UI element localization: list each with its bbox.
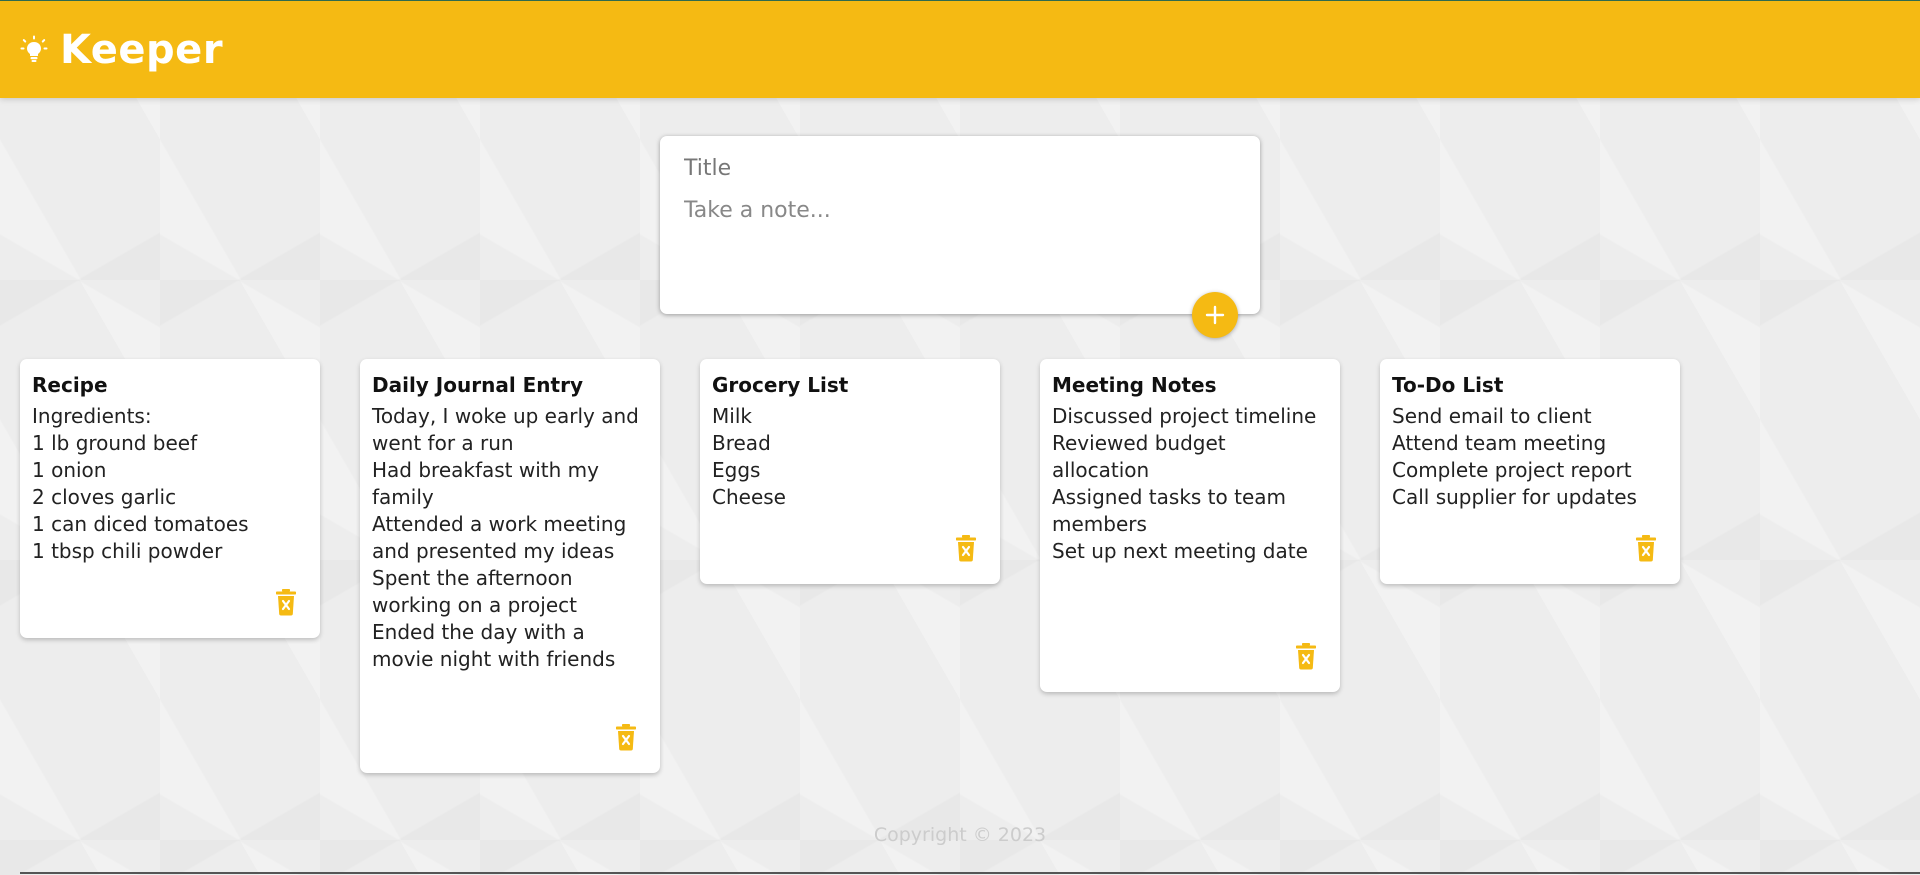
trash-icon	[956, 535, 976, 562]
note-content: Ingredients: 1 lb ground beef 1 onion 2 …	[32, 404, 249, 563]
note-title: Recipe	[32, 373, 108, 397]
note-content-input[interactable]	[684, 198, 1234, 288]
note-title: Meeting Notes	[1052, 373, 1217, 397]
create-note-form	[660, 136, 1260, 314]
note-card: Meeting Notes Discussed project timeline…	[1040, 359, 1340, 692]
note-content: Today, I woke up early and went for a ru…	[372, 404, 639, 671]
delete-note-button[interactable]	[614, 723, 638, 751]
delete-note-button[interactable]	[274, 588, 298, 616]
note-title-input[interactable]	[684, 156, 1224, 181]
add-note-button[interactable]	[1192, 292, 1238, 338]
app-header: Keeper	[0, 0, 1920, 98]
app-title: Keeper	[60, 27, 224, 73]
delete-note-button[interactable]	[1294, 642, 1318, 670]
note-title: Daily Journal Entry	[372, 373, 584, 397]
note-content: Milk Bread Eggs Cheese	[712, 404, 786, 509]
delete-note-button[interactable]	[954, 534, 978, 562]
plus-icon	[1205, 305, 1225, 325]
delete-note-button[interactable]	[1634, 534, 1658, 562]
note-content: Send email to client Attend team meeting…	[1392, 404, 1637, 509]
trash-icon	[616, 724, 636, 751]
lightbulb-icon	[20, 35, 48, 62]
note-card: Grocery List Milk Bread Eggs Cheese	[700, 359, 1000, 584]
copyright-text: Copyright © 2023	[873, 824, 1047, 846]
trash-icon	[276, 589, 296, 616]
footer: Copyright © 2023	[0, 824, 1920, 846]
trash-icon	[1296, 643, 1316, 670]
trash-icon	[1636, 535, 1656, 562]
note-content: Discussed project timeline Reviewed budg…	[1052, 404, 1317, 563]
note-title: To-Do List	[1392, 373, 1504, 397]
note-card: To-Do List Send email to client Attend t…	[1380, 359, 1680, 584]
bottom-divider	[20, 872, 1920, 874]
note-title: Grocery List	[712, 373, 849, 397]
note-card: Daily Journal Entry Today, I woke up ear…	[360, 359, 660, 773]
note-card: Recipe Ingredients: 1 lb ground beef 1 o…	[20, 359, 320, 638]
